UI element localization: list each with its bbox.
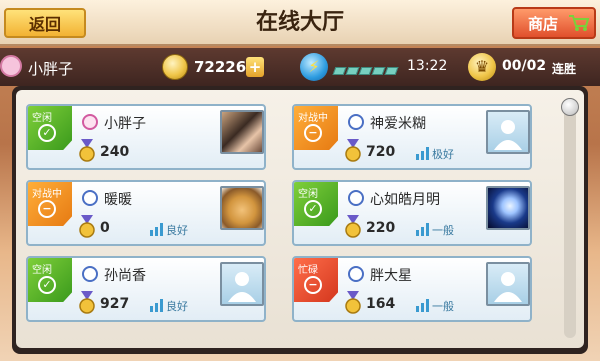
person-icon [348, 190, 364, 206]
player-card[interactable]: 空闲 ✓ 心如皓月明 220 一般 [292, 180, 532, 246]
player-card[interactable]: 空闲 ✓ 孙尚香 927 良好 [26, 256, 266, 322]
player-score: 927 [100, 296, 130, 312]
player-score: 720 [366, 144, 396, 160]
medal-icon [79, 291, 95, 314]
check-icon: ✓ [38, 276, 56, 294]
player-name: 心如皓月明 [370, 192, 440, 208]
check-icon: ✓ [304, 200, 322, 218]
person-icon [348, 266, 364, 282]
medal-icon [345, 139, 361, 162]
player-name: 胖大星 [370, 268, 412, 284]
signal-label: 良好 [166, 300, 188, 313]
player-score: 164 [366, 296, 396, 312]
status-badge: 忙碌 − [294, 258, 338, 302]
status-label: 空闲 [32, 113, 52, 124]
avatar-photo [486, 186, 530, 230]
default-avatar [486, 110, 530, 154]
signal-icon [416, 299, 429, 312]
player-card[interactable]: 对战中 − 暖暖 0 良好 [26, 180, 266, 246]
player-name: 暖暖 [104, 192, 132, 208]
person-icon [82, 114, 98, 130]
player-score: 240 [100, 144, 130, 160]
player-avatar-icon [0, 55, 22, 77]
energy-segment [384, 67, 399, 75]
signal-icon [150, 223, 163, 236]
energy-segment [358, 67, 373, 75]
player-card[interactable]: 空闲 ✓ 小胖子 240 [26, 104, 266, 170]
default-avatar [220, 262, 264, 306]
win-streak-count: 00/02 [502, 58, 547, 74]
win-streak-label: 连胜 [552, 62, 577, 76]
shop-button[interactable]: 商店 [512, 7, 596, 39]
status-label: 忙碌 [298, 265, 318, 276]
default-avatar-icon [494, 272, 522, 302]
avatar-photo [220, 186, 264, 230]
default-avatar [486, 262, 530, 306]
default-avatar-icon [494, 120, 522, 150]
avatar-photo [220, 110, 264, 154]
top-bar: 返回 在线大厅 商店 [0, 0, 600, 46]
status-badge: 空闲 ✓ [28, 106, 72, 150]
energy-timer: 13:22 [407, 58, 448, 74]
signal-icon [416, 223, 429, 236]
energy-segment [345, 67, 360, 75]
back-button[interactable]: 返回 [4, 8, 86, 38]
medal-icon [345, 215, 361, 238]
scrollbar-thumb[interactable] [561, 98, 579, 116]
signal-icon [416, 147, 429, 160]
medal-icon [79, 215, 95, 238]
minus-icon: − [304, 276, 322, 294]
add-coins-button[interactable]: + [246, 57, 264, 77]
signal-icon [150, 299, 163, 312]
crown-icon: ♛ [468, 53, 496, 81]
player-name: 小胖子 [104, 116, 146, 132]
player-name: 小胖子 [28, 60, 74, 78]
cart-icon [569, 15, 590, 31]
status-label: 对战中 [298, 113, 328, 124]
page-title: 在线大厅 [255, 10, 344, 35]
player-name: 神爱米糊 [370, 116, 426, 132]
energy-bar [332, 60, 400, 75]
status-label: 空闲 [298, 189, 318, 200]
status-badge: 空闲 ✓ [294, 182, 338, 226]
energy-segment [371, 67, 386, 75]
status-label: 对战中 [32, 189, 62, 200]
player-name: 孙尚香 [104, 268, 146, 284]
player-card[interactable]: 对战中 − 神爱米糊 720 极好 [292, 104, 532, 170]
minus-icon: − [38, 200, 56, 218]
medal-icon [345, 291, 361, 314]
status-bar: 小胖子 72226 + ⚡ 13:22 ♛ 00/02 连胜 [0, 48, 600, 86]
energy-icon: ⚡ [300, 53, 328, 81]
scrollbar-track[interactable] [564, 98, 576, 338]
status-badge: 对战中 − [294, 106, 338, 150]
check-icon: ✓ [38, 124, 56, 142]
signal-label: 一般 [432, 224, 454, 237]
player-card[interactable]: 忙碌 − 胖大星 164 一般 [292, 256, 532, 322]
player-score: 220 [366, 220, 396, 236]
signal-label: 良好 [166, 224, 188, 237]
medal-icon [79, 139, 95, 162]
player-score: 0 [100, 220, 110, 236]
status-label: 空闲 [32, 265, 52, 276]
signal-label: 一般 [432, 300, 454, 313]
default-avatar-icon [228, 272, 256, 302]
coin-count: 72226 [194, 58, 247, 76]
person-icon [82, 190, 98, 206]
minus-icon: − [304, 124, 322, 142]
status-badge: 空闲 ✓ [28, 258, 72, 302]
coin-icon [162, 54, 188, 80]
signal-label: 极好 [432, 148, 454, 161]
person-icon [82, 266, 98, 282]
status-badge: 对战中 − [28, 182, 72, 226]
energy-segment [332, 67, 347, 75]
person-icon [348, 114, 364, 130]
shop-label: 商店 [528, 14, 559, 33]
